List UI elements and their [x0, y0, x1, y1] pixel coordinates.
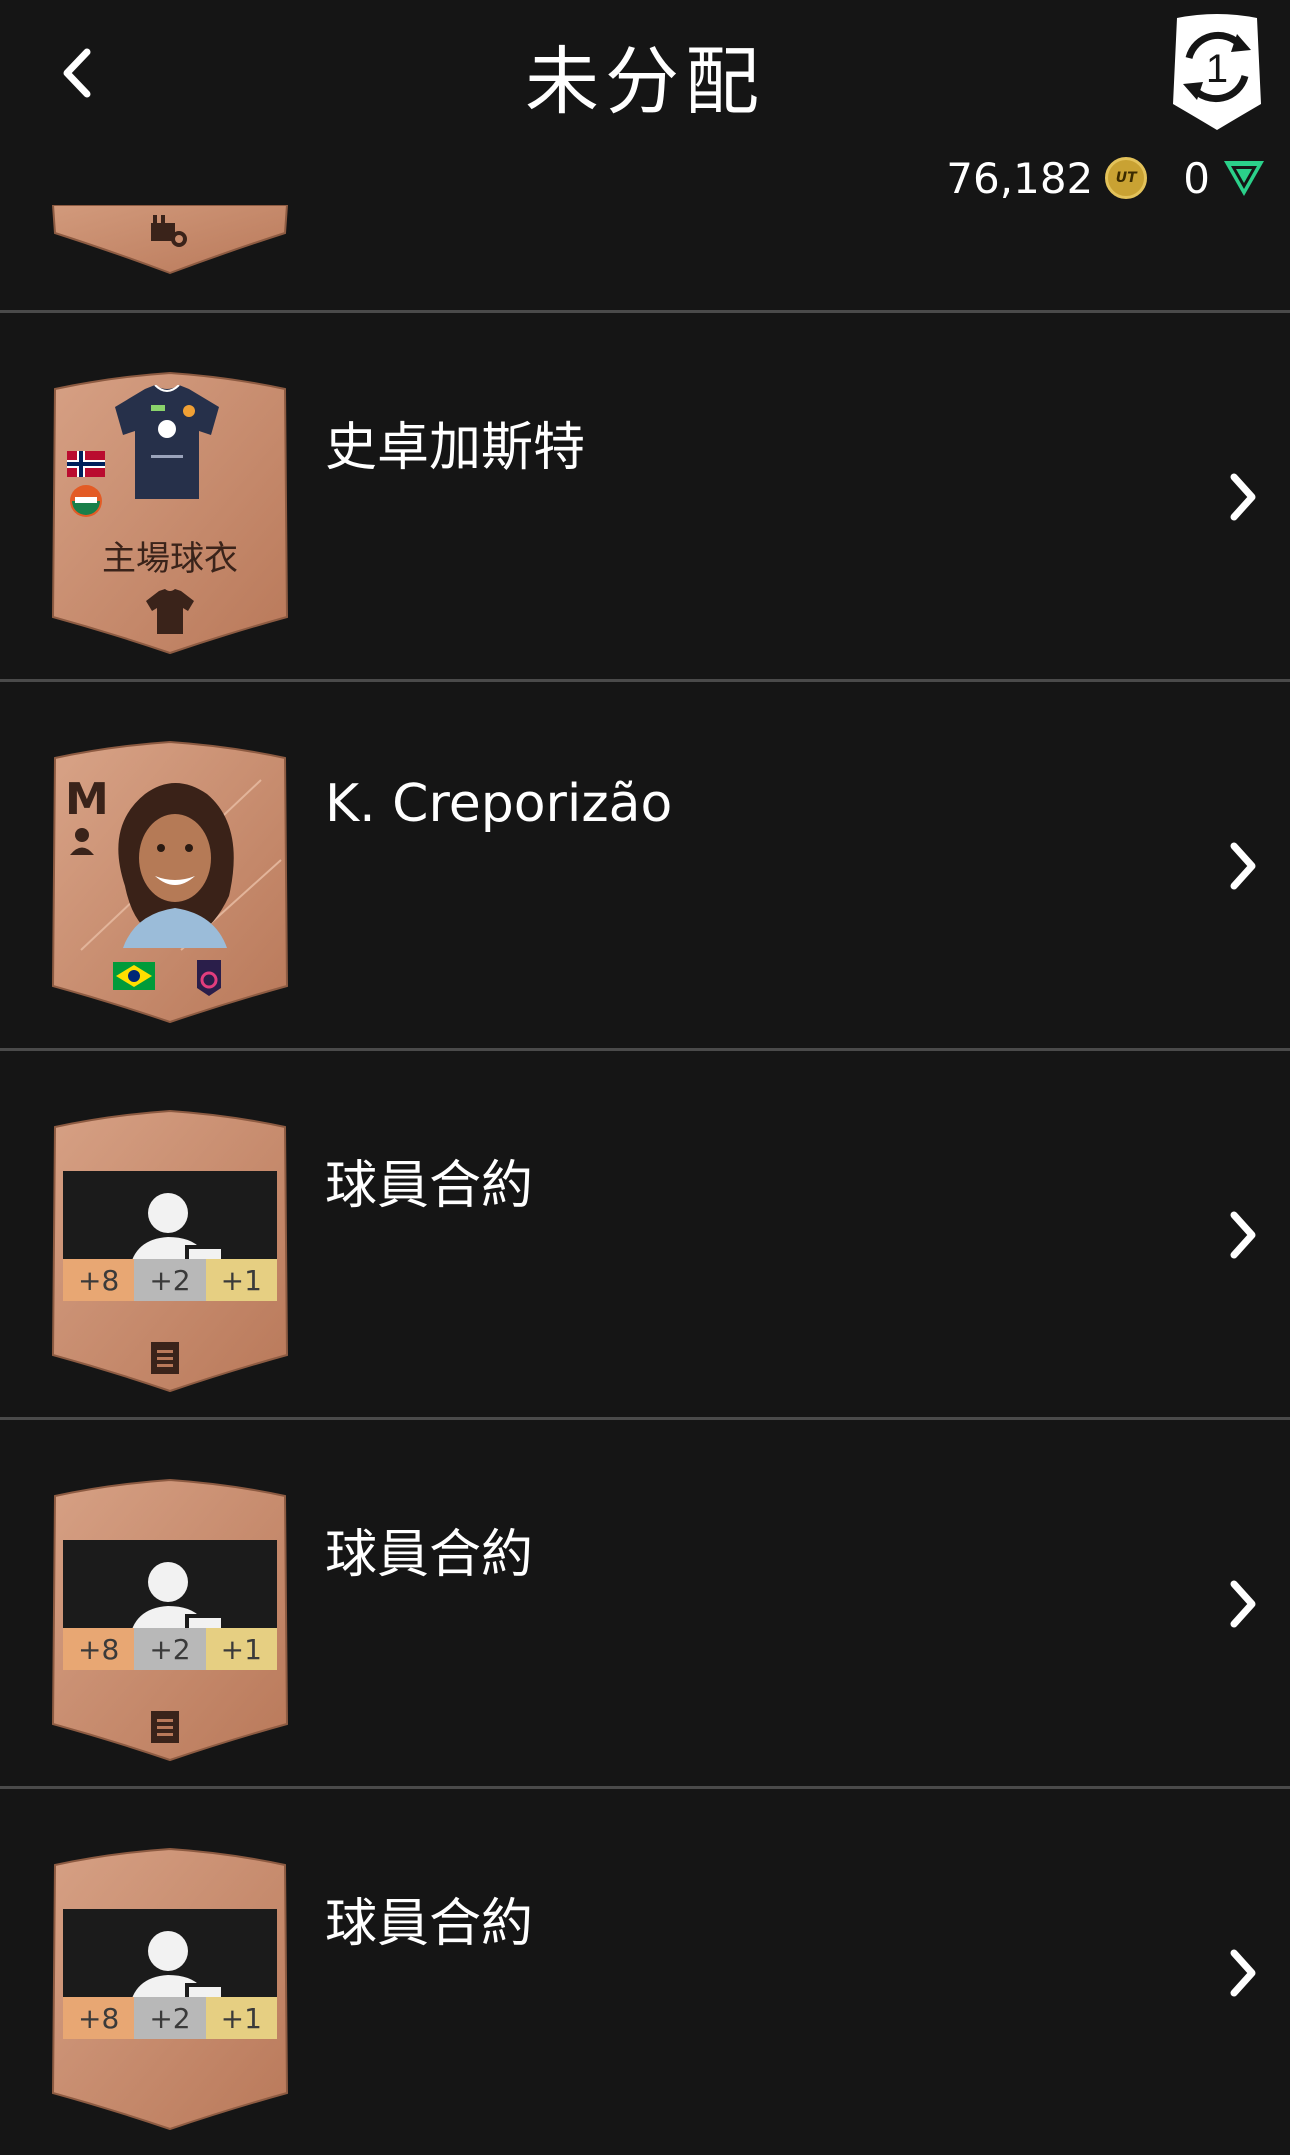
card-shape	[51, 1109, 289, 1393]
club-crest-icon	[70, 485, 102, 517]
bronze-bonus: +8	[63, 1997, 135, 2039]
points-balance: 0	[1183, 153, 1210, 203]
chevron-right-icon[interactable]	[1226, 1209, 1260, 1261]
player-card: M	[51, 740, 289, 1024]
chevron-right-icon[interactable]	[1226, 1578, 1260, 1630]
contract-badges: +8 +2 +1	[63, 1997, 277, 2039]
chevron-right-icon[interactable]	[1226, 1947, 1260, 1999]
jersey-image	[115, 385, 219, 499]
silver-bonus: +2	[134, 1628, 206, 1670]
list-item-contract[interactable]: +8 +2 +1 球員合約	[0, 1420, 1290, 1786]
bronze-bonus: +8	[63, 1259, 135, 1301]
item-name: K. Creporizão	[325, 774, 673, 834]
stadium-icon	[151, 215, 187, 247]
item-name: 球員合約	[325, 1894, 534, 1954]
kit-caption: 主場球衣	[102, 539, 238, 579]
item-name: 球員合約	[325, 1525, 534, 1585]
norway-flag	[67, 451, 105, 477]
header: 未分配 1 76,182 UT 0	[0, 0, 1290, 205]
silver-bonus: +2	[134, 1259, 206, 1301]
league-crest-icon	[197, 960, 221, 996]
chevron-right-icon[interactable]	[1226, 840, 1260, 892]
refresh-shield-icon: 1	[1173, 14, 1261, 130]
contract-badges: +8 +2 +1	[63, 1259, 277, 1301]
list-item-kit[interactable]: 主場球衣 史卓加斯特	[0, 313, 1290, 679]
coin-icon: UT	[1105, 157, 1148, 199]
player-photo	[118, 783, 234, 948]
bronze-bonus: +8	[63, 1628, 135, 1670]
chevron-right-icon[interactable]	[1226, 471, 1260, 523]
coin-balance: 76,182	[946, 153, 1094, 203]
gold-bonus: +1	[205, 1997, 277, 2039]
contract-badges: +8 +2 +1	[63, 1628, 277, 1670]
card-shape	[51, 1847, 289, 2131]
list-item-contract[interactable]: +8 +2 +1 球員合約	[0, 1789, 1290, 2155]
silver-bonus: +2	[134, 1997, 206, 2039]
item-name: 球員合約	[325, 1156, 534, 1216]
fc-points-icon	[1224, 161, 1264, 196]
list-item-contract[interactable]: +8 +2 +1 球員合約	[0, 1051, 1290, 1417]
contract-card: +8 +2 +1	[51, 1109, 289, 1393]
list-item-player[interactable]: M K. Creporizão	[0, 682, 1290, 1048]
gold-bonus: +1	[205, 1259, 277, 1301]
jersey-icon	[146, 589, 194, 634]
refresh-count: 1	[1206, 47, 1228, 91]
contract-card: +8 +2 +1	[51, 1847, 289, 2131]
currency-bar: 76,182 UT 0	[946, 150, 1266, 206]
card-shape	[51, 1478, 289, 1762]
brazil-flag	[113, 962, 155, 990]
position-icon	[70, 828, 94, 855]
gold-bonus: +1	[205, 1628, 277, 1670]
refresh-button[interactable]: 1	[1167, 12, 1267, 134]
page-title: 未分配	[525, 39, 765, 125]
contract-card: +8 +2 +1	[51, 1478, 289, 1762]
kit-card: 主場球衣	[51, 371, 289, 655]
card-partial-top[interactable]	[51, 204, 289, 275]
item-name: 史卓加斯特	[325, 418, 586, 478]
